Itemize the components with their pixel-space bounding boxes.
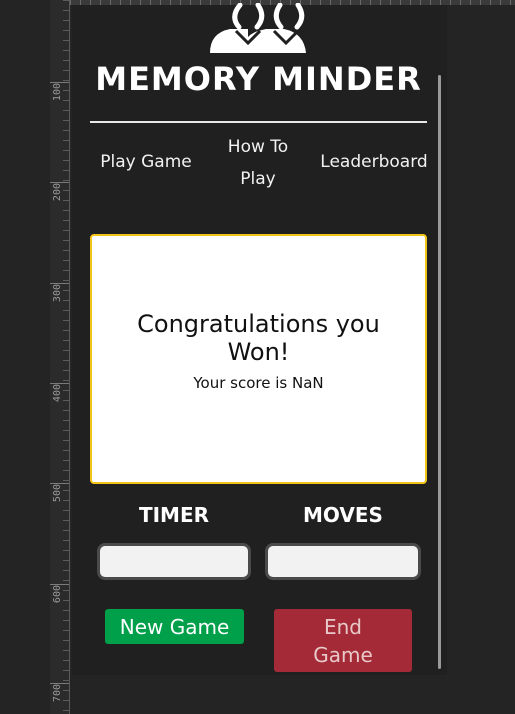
nav-how-label-line2: Play	[240, 169, 276, 189]
ruler-label-300: 300	[52, 284, 63, 303]
moves-field[interactable]	[265, 543, 421, 580]
end-game-label-line2: Game	[313, 642, 373, 667]
timer-field[interactable]	[97, 543, 251, 580]
ruler-label-500: 500	[52, 484, 63, 503]
win-message: Congratulations you Won!	[137, 310, 380, 366]
game-result-card: Congratulations you Won! Your score is N…	[90, 234, 427, 484]
new-game-button[interactable]: New Game	[105, 609, 244, 644]
ruler-label-100: 100	[52, 83, 63, 102]
ruler-label-600: 600	[52, 585, 63, 604]
app-title: MEMORY MINDER	[95, 60, 422, 98]
nav-how-label-line1: How To	[227, 137, 289, 157]
ruler-label-400: 400	[52, 384, 63, 403]
ruler-label-700: 700	[52, 684, 63, 703]
score-text: Your score is NaN	[193, 374, 324, 392]
moves-label: MOVES	[303, 503, 383, 527]
end-game-button[interactable]: End Game	[274, 609, 412, 672]
ruler-label-200: 200	[52, 183, 63, 202]
header-divider	[90, 121, 427, 123]
scrollbar[interactable]	[438, 75, 441, 669]
nav-how-to-play[interactable]: How To Play	[214, 131, 302, 195]
nav-play-game[interactable]: Play Game	[92, 146, 200, 178]
vertical-ruler	[50, 0, 70, 714]
end-game-label-line1: End	[323, 614, 362, 639]
logo-people-icon	[210, 3, 306, 53]
nav-leaderboard[interactable]: Leaderboard	[318, 146, 430, 178]
timer-label: TIMER	[138, 503, 210, 527]
